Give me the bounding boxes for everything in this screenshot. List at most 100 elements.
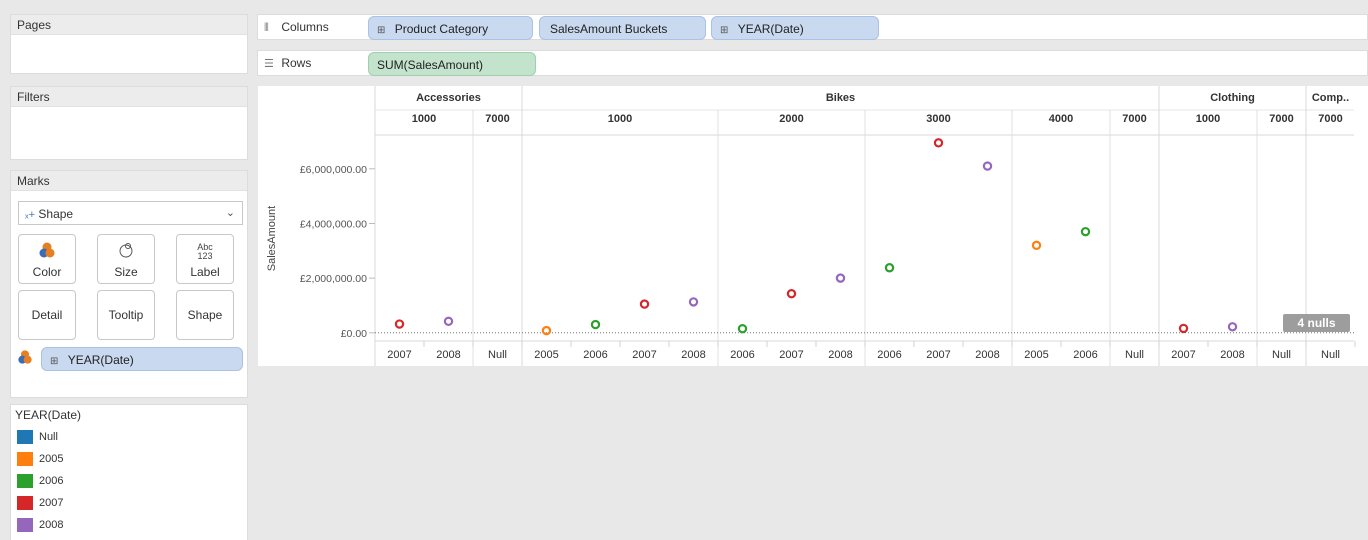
legend-item-2008[interactable]: 2008 <box>17 517 63 533</box>
detail-button[interactable]: Detail <box>18 290 76 340</box>
y-tick-label: £6,000,000.00 <box>300 164 367 176</box>
data-point <box>982 161 993 171</box>
color-encoding-icon <box>17 349 33 368</box>
legend-swatch <box>17 430 33 445</box>
columns-label: Columns <box>281 20 329 34</box>
scatter-chart: Accessories Bikes Clothing Comp.. 1000 7000 10… <box>266 86 1356 366</box>
marks-title: Marks <box>11 171 247 191</box>
data-point <box>835 273 846 283</box>
bucket-header: 1000 <box>412 113 436 125</box>
legend-swatch <box>17 474 33 489</box>
encoding-pill-label: YEAR(Date) <box>67 353 134 367</box>
data-point <box>688 297 699 307</box>
data-point <box>1227 322 1238 332</box>
year-tick-label: Null <box>1125 349 1144 361</box>
shape-button[interactable]: Shape <box>176 290 234 340</box>
y-axis-label: SalesAmount <box>266 206 278 271</box>
year-tick-label: 2008 <box>975 349 999 361</box>
bucket-header: 2000 <box>779 113 803 125</box>
chevron-down-icon[interactable]: ⌄ <box>226 206 235 219</box>
left-panel: Pages Filters Marks ₓ+ Shape ⌄ Color Siz… <box>0 0 250 540</box>
color-icon <box>19 241 75 263</box>
year-tick-label: 2008 <box>436 349 460 361</box>
rows-icon: ☰ <box>264 58 274 70</box>
year-tick-label: 2005 <box>1024 349 1048 361</box>
bucket-header: 3000 <box>926 113 950 125</box>
size-label: Size <box>114 265 138 279</box>
legend-label: Null <box>39 431 58 443</box>
bucket-header: 7000 <box>1318 113 1342 125</box>
data-point <box>933 138 944 148</box>
label-icon: Abc 123 <box>197 242 213 261</box>
bucket-header: 7000 <box>1269 113 1293 125</box>
salesamount-buckets-pill[interactable]: SalesAmount Buckets <box>539 16 706 40</box>
data-point <box>737 323 748 334</box>
category-header: Clothing <box>1210 92 1255 104</box>
label-button[interactable]: Abc 123 Label <box>176 234 234 284</box>
null-badge-label: 4 nulls <box>1297 316 1335 330</box>
bucket-header: 1000 <box>608 113 632 125</box>
filters-card[interactable]: Filters <box>10 86 248 160</box>
category-header: Comp.. <box>1312 92 1349 104</box>
pages-title: Pages <box>11 15 247 35</box>
color-button[interactable]: Color <box>18 234 76 284</box>
year-tick-label: 2006 <box>730 349 754 361</box>
data-point <box>884 263 895 273</box>
data-point <box>394 319 405 329</box>
data-point <box>786 289 797 299</box>
pill-label: YEAR(Date) <box>737 22 804 36</box>
year-tick-label: Null <box>1321 349 1340 361</box>
legend-swatch <box>17 518 33 533</box>
expand-icon[interactable]: ⊞ <box>377 25 385 36</box>
columns-icon: ⦀ <box>264 22 269 34</box>
tooltip-label: Tooltip <box>108 308 144 322</box>
category-header: Accessories <box>416 92 481 104</box>
bucket-header: 7000 <box>1122 113 1146 125</box>
data-point <box>1080 226 1091 237</box>
legend-item-2005[interactable]: 2005 <box>17 451 63 467</box>
pill-label: SUM(SalesAmount) <box>377 58 484 72</box>
year-date-encoding-pill[interactable]: ⊞ YEAR(Date) <box>41 347 243 371</box>
shape-label: Shape <box>187 308 223 322</box>
year-tick-label: 2007 <box>926 349 950 361</box>
chart-view[interactable]: Accessories Bikes Clothing Comp.. 1000 7000 10… <box>258 86 1368 366</box>
year-tick-label: 2008 <box>828 349 852 361</box>
year-tick-label: Null <box>1272 349 1291 361</box>
category-header: Bikes <box>826 92 855 104</box>
legend-item-2006[interactable]: 2006 <box>17 473 63 489</box>
year-tick-label: Null <box>488 349 507 361</box>
shape-mark-icon: ₓ+ <box>25 209 36 221</box>
year-date-column-pill[interactable]: ⊞ YEAR(Date) <box>711 16 879 40</box>
columns-shelf[interactable]: ⦀ Columns ⊞ Product Category SalesAmount… <box>257 14 1368 40</box>
product-category-pill[interactable]: ⊞ Product Category <box>368 16 533 40</box>
data-point <box>1178 323 1189 334</box>
expand-icon[interactable]: ⊞ <box>50 356 58 367</box>
rows-shelf[interactable]: ☰ Rows SUM(SalesAmount) <box>257 50 1368 76</box>
legend-swatch <box>17 452 33 467</box>
size-button[interactable]: Size <box>97 234 155 284</box>
legend-swatch <box>17 496 33 511</box>
label-label: Label <box>190 265 220 279</box>
detail-label: Detail <box>31 308 63 322</box>
pill-label: SalesAmount Buckets <box>550 22 668 36</box>
expand-icon[interactable]: ⊞ <box>720 25 728 36</box>
pill-label: Product Category <box>394 22 489 36</box>
bucket-header: 1000 <box>1196 113 1220 125</box>
color-legend-card: YEAR(Date) Null 2005 2006 2007 2008 <box>10 404 248 540</box>
rows-label: Rows <box>281 56 312 70</box>
pages-card[interactable]: Pages <box>10 14 248 74</box>
year-tick-label: 2008 <box>1220 349 1244 361</box>
mark-type-dropdown[interactable]: ₓ+ Shape ⌄ <box>18 201 243 225</box>
tooltip-button[interactable]: Tooltip <box>97 290 155 340</box>
year-tick-label: 2007 <box>779 349 803 361</box>
legend-item-2007[interactable]: 2007 <box>17 495 63 511</box>
data-point <box>639 299 650 309</box>
year-tick-label: 2006 <box>583 349 607 361</box>
year-tick-label: 2007 <box>1171 349 1195 361</box>
mark-type-value: Shape <box>38 207 74 221</box>
legend-item-null[interactable]: Null <box>17 429 58 445</box>
data-point <box>541 325 552 336</box>
sum-salesamount-pill[interactable]: SUM(SalesAmount) <box>368 52 536 76</box>
year-tick-label: 2006 <box>1073 349 1097 361</box>
legend-title: YEAR(Date) <box>15 408 82 422</box>
